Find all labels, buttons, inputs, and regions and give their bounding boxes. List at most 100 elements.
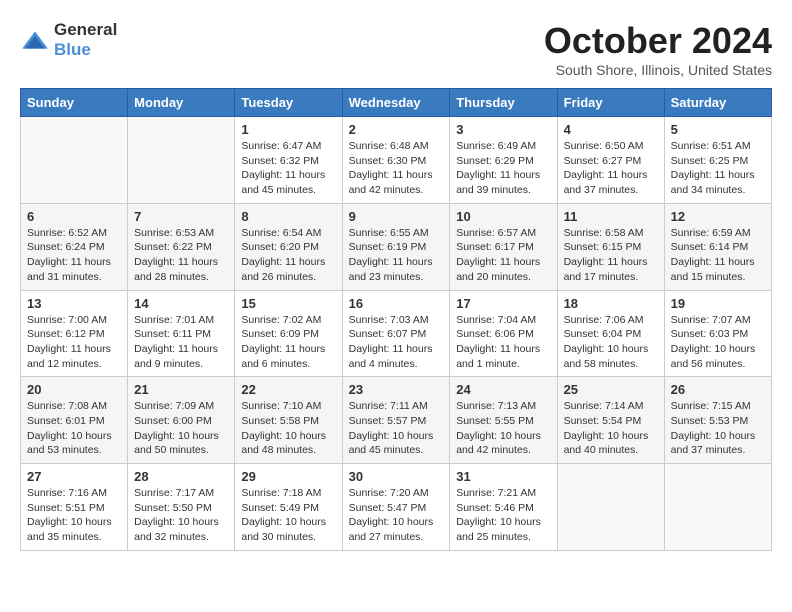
day-number: 3 [456,122,550,137]
calendar-cell: 8 Sunrise: 6:54 AMSunset: 6:20 PMDaylight… [235,203,342,290]
calendar-cell: 5 Sunrise: 6:51 AMSunset: 6:25 PMDaylight… [664,117,771,204]
calendar-cell: 3 Sunrise: 6:49 AMSunset: 6:29 PMDaylight… [450,117,557,204]
calendar-cell: 16 Sunrise: 7:03 AMSunset: 6:07 PMDayligh… [342,290,450,377]
day-number: 21 [134,382,228,397]
day-number: 12 [671,209,765,224]
weekday-header-friday: Friday [557,89,664,117]
calendar-cell: 20 Sunrise: 7:08 AMSunset: 6:01 PMDayligh… [21,377,128,464]
day-number: 20 [27,382,121,397]
calendar-cell: 31Sunrise: 7:21 AMSunset: 5:46 PMDayligh… [450,464,557,551]
day-number: 23 [349,382,444,397]
day-info: Sunrise: 7:17 AMSunset: 5:50 PMDaylight:… [134,486,228,545]
title-block: October 2024 South Shore, Illinois, Unit… [544,20,772,78]
day-number: 17 [456,296,550,311]
calendar-week-1: 1 Sunrise: 6:47 AMSunset: 6:32 PMDaylight… [21,117,772,204]
day-info: Sunrise: 7:18 AMSunset: 5:49 PMDaylight:… [241,486,335,545]
calendar-cell: 19 Sunrise: 7:07 AMSunset: 6:03 PMDayligh… [664,290,771,377]
calendar-cell: 6 Sunrise: 6:52 AMSunset: 6:24 PMDaylight… [21,203,128,290]
calendar-cell: 2 Sunrise: 6:48 AMSunset: 6:30 PMDaylight… [342,117,450,204]
month-title: October 2024 [544,20,772,62]
day-info: Sunrise: 6:55 AMSunset: 6:19 PMDaylight:… [349,226,444,285]
day-number: 30 [349,469,444,484]
calendar-cell [128,117,235,204]
calendar-cell [664,464,771,551]
day-info: Sunrise: 6:50 AMSunset: 6:27 PMDaylight:… [564,139,658,198]
calendar-table: SundayMondayTuesdayWednesdayThursdayFrid… [20,88,772,551]
logo-icon [20,30,50,50]
day-info: Sunrise: 7:03 AMSunset: 6:07 PMDaylight:… [349,313,444,372]
day-number: 4 [564,122,658,137]
location: South Shore, Illinois, United States [544,62,772,78]
day-number: 13 [27,296,121,311]
calendar-header-row: SundayMondayTuesdayWednesdayThursdayFrid… [21,89,772,117]
day-info: Sunrise: 7:16 AMSunset: 5:51 PMDaylight:… [27,486,121,545]
day-info: Sunrise: 6:54 AMSunset: 6:20 PMDaylight:… [241,226,335,285]
calendar-cell: 17 Sunrise: 7:04 AMSunset: 6:06 PMDayligh… [450,290,557,377]
day-info: Sunrise: 6:58 AMSunset: 6:15 PMDaylight:… [564,226,658,285]
day-info: Sunrise: 7:14 AMSunset: 5:54 PMDaylight:… [564,399,658,458]
calendar-week-5: 27Sunrise: 7:16 AMSunset: 5:51 PMDayligh… [21,464,772,551]
calendar-cell [557,464,664,551]
day-info: Sunrise: 6:47 AMSunset: 6:32 PMDaylight:… [241,139,335,198]
calendar-cell: 23 Sunrise: 7:11 AMSunset: 5:57 PMDayligh… [342,377,450,464]
day-number: 8 [241,209,335,224]
day-info: Sunrise: 7:02 AMSunset: 6:09 PMDaylight:… [241,313,335,372]
day-info: Sunrise: 7:21 AMSunset: 5:46 PMDaylight:… [456,486,550,545]
day-info: Sunrise: 7:06 AMSunset: 6:04 PMDaylight:… [564,313,658,372]
day-info: Sunrise: 7:04 AMSunset: 6:06 PMDaylight:… [456,313,550,372]
calendar-cell: 11 Sunrise: 6:58 AMSunset: 6:15 PMDayligh… [557,203,664,290]
calendar-cell: 1 Sunrise: 6:47 AMSunset: 6:32 PMDaylight… [235,117,342,204]
day-info: Sunrise: 6:51 AMSunset: 6:25 PMDaylight:… [671,139,765,198]
day-number: 11 [564,209,658,224]
day-info: Sunrise: 6:57 AMSunset: 6:17 PMDaylight:… [456,226,550,285]
calendar-cell: 4 Sunrise: 6:50 AMSunset: 6:27 PMDaylight… [557,117,664,204]
day-info: Sunrise: 6:48 AMSunset: 6:30 PMDaylight:… [349,139,444,198]
day-number: 16 [349,296,444,311]
day-number: 15 [241,296,335,311]
day-info: Sunrise: 7:15 AMSunset: 5:53 PMDaylight:… [671,399,765,458]
calendar-cell: 21 Sunrise: 7:09 AMSunset: 6:00 PMDayligh… [128,377,235,464]
day-number: 28 [134,469,228,484]
calendar-cell [21,117,128,204]
logo: General Blue [20,20,117,60]
day-info: Sunrise: 6:53 AMSunset: 6:22 PMDaylight:… [134,226,228,285]
logo-blue: Blue [54,40,91,59]
day-number: 6 [27,209,121,224]
calendar-cell: 10Sunrise: 6:57 AMSunset: 6:17 PMDayligh… [450,203,557,290]
calendar-cell: 25 Sunrise: 7:14 AMSunset: 5:54 PMDayligh… [557,377,664,464]
calendar-cell: 18 Sunrise: 7:06 AMSunset: 6:04 PMDayligh… [557,290,664,377]
weekday-header-sunday: Sunday [21,89,128,117]
page-header: General Blue October 2024 South Shore, I… [20,20,772,78]
calendar-cell: 15 Sunrise: 7:02 AMSunset: 6:09 PMDayligh… [235,290,342,377]
calendar-week-3: 13 Sunrise: 7:00 AMSunset: 6:12 PMDayligh… [21,290,772,377]
calendar-cell: 28 Sunrise: 7:17 AMSunset: 5:50 PMDayligh… [128,464,235,551]
calendar-cell: 26 Sunrise: 7:15 AMSunset: 5:53 PMDayligh… [664,377,771,464]
calendar-cell: 14Sunrise: 7:01 AMSunset: 6:11 PMDayligh… [128,290,235,377]
day-number: 9 [349,209,444,224]
day-number: 22 [241,382,335,397]
calendar-week-4: 20 Sunrise: 7:08 AMSunset: 6:01 PMDayligh… [21,377,772,464]
day-number: 24 [456,382,550,397]
day-info: Sunrise: 7:08 AMSunset: 6:01 PMDaylight:… [27,399,121,458]
day-number: 18 [564,296,658,311]
weekday-header-tuesday: Tuesday [235,89,342,117]
day-info: Sunrise: 7:07 AMSunset: 6:03 PMDaylight:… [671,313,765,372]
day-number: 19 [671,296,765,311]
day-number: 5 [671,122,765,137]
calendar-cell: 12 Sunrise: 6:59 AMSunset: 6:14 PMDayligh… [664,203,771,290]
day-number: 2 [349,122,444,137]
calendar-cell: 22Sunrise: 7:10 AMSunset: 5:58 PMDayligh… [235,377,342,464]
day-info: Sunrise: 7:11 AMSunset: 5:57 PMDaylight:… [349,399,444,458]
day-number: 25 [564,382,658,397]
day-info: Sunrise: 6:59 AMSunset: 6:14 PMDaylight:… [671,226,765,285]
day-number: 7 [134,209,228,224]
calendar-cell: 7 Sunrise: 6:53 AMSunset: 6:22 PMDaylight… [128,203,235,290]
calendar-cell: 29Sunrise: 7:18 AMSunset: 5:49 PMDayligh… [235,464,342,551]
day-info: Sunrise: 6:49 AMSunset: 6:29 PMDaylight:… [456,139,550,198]
calendar-week-2: 6 Sunrise: 6:52 AMSunset: 6:24 PMDaylight… [21,203,772,290]
day-number: 1 [241,122,335,137]
day-info: Sunrise: 7:09 AMSunset: 6:00 PMDaylight:… [134,399,228,458]
day-info: Sunrise: 6:52 AMSunset: 6:24 PMDaylight:… [27,226,121,285]
day-info: Sunrise: 7:00 AMSunset: 6:12 PMDaylight:… [27,313,121,372]
day-number: 26 [671,382,765,397]
